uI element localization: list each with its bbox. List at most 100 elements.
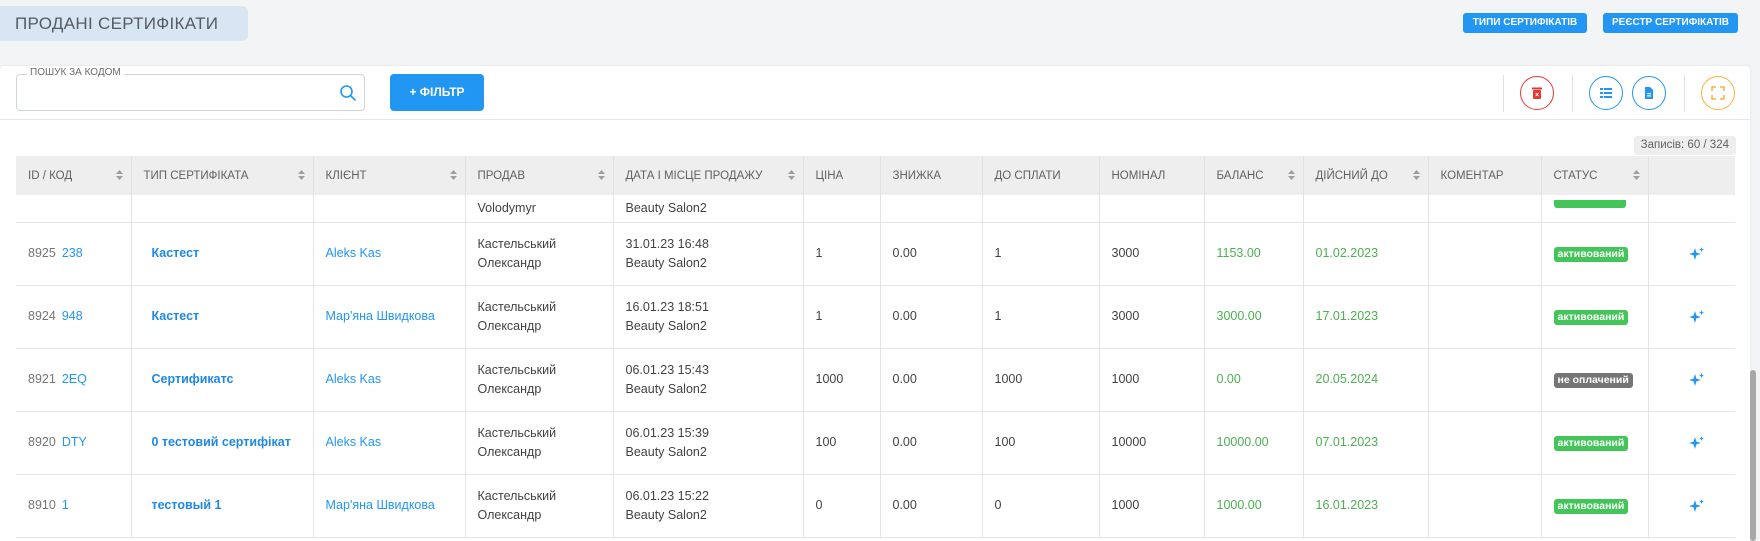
certificate-code-link[interactable]: 948 — [62, 309, 83, 323]
nominal-cell: 3000 — [1099, 222, 1205, 286]
date-place-cell: 16.01.23 18:51 Beauty Salon2 — [613, 285, 804, 349]
certificate-code-link[interactable]: 238 — [62, 246, 83, 260]
certificate-types-button[interactable]: ТИПИ СЕРТИФІКАТІВ — [1463, 13, 1587, 33]
id-cell: 8921 2EQ — [16, 348, 132, 412]
seller-cell: Volodymyr — [465, 195, 614, 223]
sparkle-icon[interactable] — [1688, 372, 1705, 388]
document-icon — [1645, 87, 1653, 99]
sparkle-icon[interactable] — [1688, 246, 1705, 262]
nominal-cell: 1000 — [1099, 348, 1205, 412]
id-cell: 8925 238 — [16, 222, 132, 286]
delete-button[interactable]: × — [1520, 76, 1554, 110]
sparkle-icon[interactable] — [1688, 309, 1705, 325]
valid-until-cell: 01.02.2023 — [1303, 222, 1429, 286]
sale-date: 06.01.23 15:39 — [625, 425, 709, 440]
certificate-type-link[interactable]: тестовый 1 — [131, 474, 314, 538]
seller-name: Олександр — [477, 255, 542, 270]
column-header-type[interactable]: ТИП СЕРТИФІКАТА — [131, 156, 314, 195]
valid-until-cell: 16.01.2023 — [1303, 474, 1429, 538]
table-row[interactable]: Volodymyr Beauty Salon2 — [16, 195, 1735, 223]
seller-cell: Кастельський Олександр — [465, 411, 614, 475]
valid-until-cell: 20.05.2024 — [1303, 348, 1429, 412]
sparkle-icon[interactable] — [1688, 435, 1705, 451]
column-header-actions — [1648, 156, 1735, 195]
status-badge: активований — [1553, 499, 1629, 514]
column-header-to-pay[interactable]: ДО СПЛАТИ — [982, 156, 1100, 195]
filter-button[interactable]: + ФІЛЬТР — [390, 74, 484, 111]
nominal-cell: 1000 — [1099, 474, 1205, 538]
main-card: ПОШУК ЗА КОДОМ + ФІЛЬТР × Записів: 60 / … — [0, 66, 1750, 541]
certificate-id: 8920 — [28, 435, 56, 449]
export-button[interactable] — [1632, 76, 1666, 110]
status-cell: активований — [1541, 474, 1649, 538]
column-header-nominal[interactable]: НОМІНАЛ — [1099, 156, 1205, 195]
sort-icon — [1632, 170, 1640, 180]
seller-surname: Кастельський — [477, 425, 557, 440]
actions-cell — [1648, 348, 1735, 412]
actions-cell — [1648, 222, 1735, 286]
certificate-code-link[interactable]: 2EQ — [62, 372, 87, 386]
certificate-code-link[interactable]: DTY — [62, 435, 87, 449]
client-link[interactable]: Мар'яна Швидкова — [313, 474, 466, 538]
column-header-id[interactable]: ID / КОД — [16, 156, 132, 195]
balance-cell: 1153.00 — [1204, 222, 1304, 286]
column-header-valid-until[interactable]: ДІЙСНИЙ ДО — [1303, 156, 1429, 195]
table-row[interactable]: 8920 DTY 0 тестовий сертифікат Aleks Kas … — [16, 411, 1735, 475]
column-header-balance[interactable]: БАЛАНС — [1204, 156, 1304, 195]
fullscreen-button[interactable] — [1701, 76, 1735, 110]
search-label: ПОШУК ЗА КОДОМ — [27, 67, 124, 78]
comment-cell — [1428, 348, 1542, 412]
certificate-type-link[interactable]: Сертификатс — [131, 348, 314, 412]
sale-place: Beauty Salon2 — [625, 381, 707, 396]
toolbar-divider — [1503, 75, 1504, 112]
date-place-cell: 06.01.23 15:43 Beauty Salon2 — [613, 348, 804, 412]
certificate-code-link[interactable]: 1 — [62, 498, 69, 512]
column-header-client[interactable]: КЛІЄНТ — [313, 156, 466, 195]
valid-until-cell: 17.01.2023 — [1303, 285, 1429, 349]
column-header-seller[interactable]: ПРОДАВ — [465, 156, 614, 195]
search-field[interactable]: ПОШУК ЗА КОДОМ — [16, 67, 365, 111]
client-link[interactable]: Aleks Kas — [313, 348, 466, 412]
page-title: ПРОДАНІ СЕРТИФІКАТИ — [0, 6, 248, 41]
client-link[interactable]: Мар'яна Швидкова — [313, 285, 466, 349]
price-cell: 1 — [803, 285, 881, 349]
discount-cell: 0.00 — [880, 285, 983, 349]
balance-cell: 0.00 — [1204, 348, 1304, 412]
seller-name: Олександр — [477, 318, 542, 333]
certificate-registry-button[interactable]: РЕЄСТР СЕРТИФІКАТІВ — [1603, 13, 1738, 33]
client-link[interactable]: Aleks Kas — [313, 222, 466, 286]
certificate-type-link[interactable]: Кастест — [131, 285, 314, 349]
id-cell: 8920 DTY — [16, 411, 132, 475]
seller-surname: Кастельський — [477, 488, 557, 503]
comment-cell — [1428, 285, 1542, 349]
balance-cell: 1000.00 — [1204, 474, 1304, 538]
column-header-status[interactable]: СТАТУС — [1541, 156, 1649, 195]
sale-date: 06.01.23 15:22 — [625, 488, 709, 503]
status-cell: не оплачений — [1541, 348, 1649, 412]
table-row[interactable]: 8910 1 тестовый 1 Мар'яна Швидкова Кастел… — [16, 474, 1735, 538]
sale-date: 06.01.23 15:43 — [625, 362, 709, 377]
search-icon[interactable] — [339, 84, 357, 102]
sparkle-icon[interactable] — [1688, 498, 1705, 514]
toolbar: ПОШУК ЗА КОДОМ + ФІЛЬТР × — [0, 66, 1750, 120]
table-row[interactable]: 8921 2EQ Сертификатс Aleks Kas Кастельськ… — [16, 348, 1735, 412]
scrollbar[interactable] — [1750, 370, 1756, 541]
columns-button[interactable] — [1589, 76, 1623, 110]
column-header-date[interactable]: ДАТА І МІСЦЕ ПРОДАЖУ — [613, 156, 804, 195]
column-header-price[interactable]: ЦІНА — [803, 156, 881, 195]
to-pay-cell: 1000 — [982, 348, 1100, 412]
column-header-comment[interactable]: КОМЕНТАР — [1428, 156, 1542, 195]
certificate-type-link[interactable]: 0 тестовий сертифікат — [131, 411, 314, 475]
sort-icon — [115, 170, 123, 180]
client-link[interactable]: Aleks Kas — [313, 411, 466, 475]
sort-icon — [297, 170, 305, 180]
table-row[interactable]: 8924 948 Кастест Мар'яна Швидкова Кастель… — [16, 285, 1735, 349]
date-place-cell: 31.01.23 16:48 Beauty Salon2 — [613, 222, 804, 286]
status-badge: активований — [1553, 247, 1629, 262]
seller-surname: Кастельський — [477, 362, 557, 377]
column-header-discount[interactable]: ЗНИЖКА — [880, 156, 983, 195]
balance-cell: 10000.00 — [1204, 411, 1304, 475]
certificate-type-link[interactable]: Кастест — [131, 222, 314, 286]
table-row[interactable]: 8925 238 Кастест Aleks Kas Кастельський Ол… — [16, 222, 1735, 286]
discount-cell: 0.00 — [880, 474, 983, 538]
